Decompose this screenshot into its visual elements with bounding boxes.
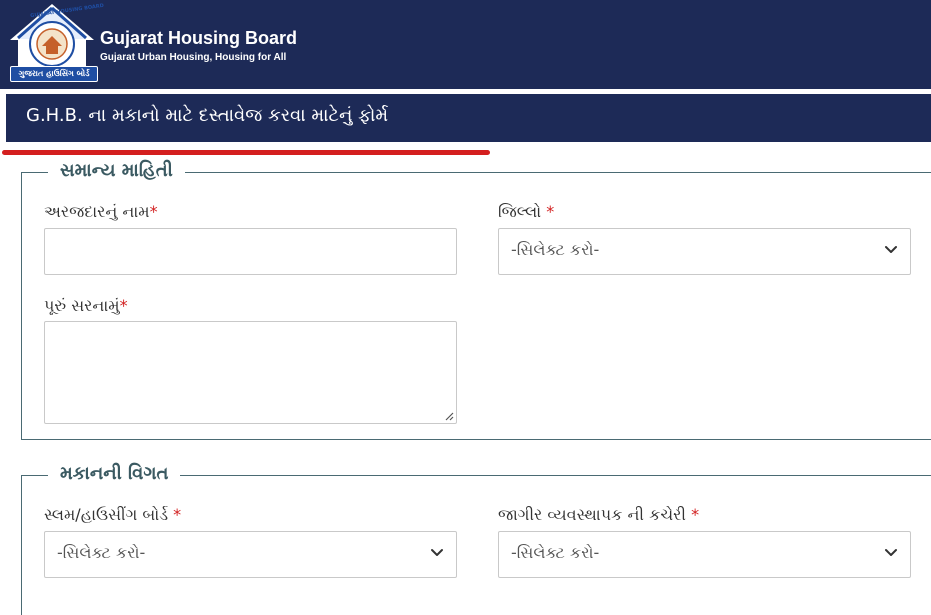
- brand-title: Gujarat Housing Board: [100, 28, 298, 48]
- chevron-down-icon: [885, 246, 897, 253]
- district-label: જિલ્લો *: [498, 202, 555, 221]
- form-title: G.H.B. ના મકાનો માટે દસ્તાવેજ કરવા માટેન…: [26, 105, 389, 126]
- required-asterisk: *: [119, 296, 128, 315]
- section-general-legend: સમાન્ય માહિતી: [48, 160, 185, 181]
- form-title-bar: G.H.B. ના મકાનો માટે દસ્તાવેજ કરવા માટેન…: [6, 94, 931, 142]
- site-header: GUJARAT HOUSING BOARD ગુજરાત હાઉસિંગ બોર…: [0, 0, 931, 89]
- title-underline: [2, 150, 490, 155]
- board-label: સ્લમ/હાઉસીંગ બોર્ડ *: [44, 505, 182, 524]
- estate-office-label: જાગીર વ્યવસ્થાપક ની કચેરી *: [498, 505, 700, 524]
- required-asterisk: *: [149, 202, 158, 221]
- board-select[interactable]: -સિલેક્ટ કરો-: [44, 531, 457, 578]
- estate-office-select[interactable]: -સિલેક્ટ કરો-: [498, 531, 911, 578]
- required-asterisk: *: [691, 505, 700, 524]
- required-asterisk: *: [173, 505, 182, 524]
- chevron-down-icon: [431, 549, 443, 556]
- required-asterisk: *: [546, 202, 555, 221]
- district-select-value: -સિલેક્ટ કરો-: [511, 240, 600, 259]
- estate-office-select-value: -સિલેક્ટ કરો-: [511, 543, 600, 562]
- logo-ribbon: ગુજરાત હાઉસિંગ બોર્ડ: [10, 66, 98, 82]
- resize-handle-icon[interactable]: [444, 411, 454, 421]
- applicant-name-input[interactable]: [44, 228, 457, 275]
- chevron-down-icon: [885, 549, 897, 556]
- applicant-name-label: અરજદારનું નામ*: [44, 202, 158, 221]
- board-select-value: -સિલેક્ટ કરો-: [57, 543, 146, 562]
- address-label: પૂરું સરનામું*: [44, 296, 128, 315]
- address-textarea[interactable]: [44, 321, 457, 424]
- section-house-legend: મકાનની વિગત: [48, 463, 181, 484]
- district-select[interactable]: -સિલેક્ટ કરો-: [498, 228, 911, 275]
- brand-subtitle: Gujarat Urban Housing, Housing for All: [100, 52, 287, 63]
